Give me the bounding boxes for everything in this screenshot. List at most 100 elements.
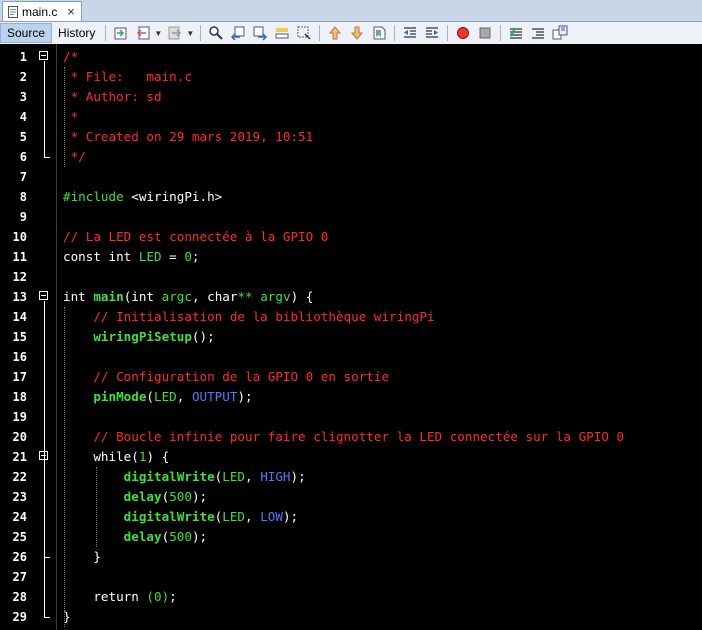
code-line[interactable]: 13 int main(int argc, char** argv) { xyxy=(0,287,702,307)
comment-icon[interactable] xyxy=(507,24,525,42)
code-token: (); xyxy=(191,329,215,344)
line-number: 26 xyxy=(12,550,27,564)
uncomment-icon[interactable] xyxy=(529,24,547,42)
code-token: */ xyxy=(63,149,86,164)
last-edit-icon[interactable] xyxy=(112,24,130,42)
code-line[interactable]: 21 while(1) { xyxy=(0,447,702,467)
indent-guide xyxy=(64,67,65,167)
code-line[interactable]: 16 xyxy=(0,347,702,367)
code-line[interactable]: 26 } xyxy=(0,547,702,567)
code-line[interactable]: 28 return (0); xyxy=(0,587,702,607)
code-line[interactable]: 4 * xyxy=(0,107,702,127)
code-text: pinMode(LED, OUTPUT); xyxy=(63,387,252,407)
tab-bar: main.c × xyxy=(0,0,702,22)
line-number: 29 xyxy=(12,610,27,624)
chevron-down-icon[interactable]: ▼ xyxy=(154,29,162,38)
find-next-icon[interactable] xyxy=(251,24,269,42)
code-token: , char xyxy=(191,289,238,304)
tab-main-c[interactable]: main.c × xyxy=(2,1,82,21)
code-line[interactable]: 14 // Initialisation de la bibliothèque … xyxy=(0,307,702,327)
code-line[interactable]: 24 digitalWrite(LED, LOW); xyxy=(0,507,702,527)
code-token: #include xyxy=(63,189,132,204)
code-token: ; xyxy=(191,249,200,264)
code-line[interactable]: 15 wiringPiSetup(); xyxy=(0,327,702,347)
code-text: /* xyxy=(63,47,78,67)
toggle-bookmark-icon[interactable] xyxy=(370,24,388,42)
line-number: 8 xyxy=(19,190,27,204)
stop-macro-icon[interactable] xyxy=(476,24,494,42)
code-line[interactable]: 23 delay(500); xyxy=(0,487,702,507)
code-line[interactable]: 27 xyxy=(0,567,702,587)
code-line[interactable]: 17 // Configuration de la GPIO 0 en sort… xyxy=(0,367,702,387)
code-token: * Author: sd xyxy=(63,89,162,104)
shift-left-icon[interactable] xyxy=(401,24,419,42)
code-token: digitalWrite xyxy=(123,509,215,524)
code-line[interactable]: 3 * Author: sd xyxy=(0,87,702,107)
code-text: // Boucle infinie pour faire clignotter … xyxy=(63,427,624,447)
toggle-selection-icon[interactable] xyxy=(295,24,313,42)
previous-bookmark-icon[interactable] xyxy=(326,24,344,42)
diff-icon[interactable] xyxy=(551,24,569,42)
code-token: 0 xyxy=(184,249,192,264)
code-line[interactable]: 5 * Created on 29 mars 2019, 10:51 xyxy=(0,127,702,147)
code-line[interactable]: 8 #include <wiringPi.h> xyxy=(0,187,702,207)
code-token: LOW xyxy=(260,509,283,524)
chevron-down-icon[interactable]: ▼ xyxy=(186,29,194,38)
record-macro-icon[interactable] xyxy=(454,24,472,42)
code-token: while( xyxy=(93,449,139,464)
line-number: 18 xyxy=(12,390,27,404)
indent-guide xyxy=(64,307,65,627)
back-icon[interactable] xyxy=(134,24,152,42)
shift-right-icon[interactable] xyxy=(423,24,441,42)
code-line[interactable]: 29} xyxy=(0,607,702,627)
line-number: 2 xyxy=(19,70,27,84)
editor-toolbar: Source History ▼ ▼ xyxy=(0,22,702,45)
source-button[interactable]: Source xyxy=(0,23,53,43)
code-line[interactable]: 11 const int LED = 0; xyxy=(0,247,702,267)
code-line[interactable]: 20 // Boucle infinie pour faire clignott… xyxy=(0,427,702,447)
code-text: while(1) { xyxy=(63,447,169,467)
code-line[interactable]: 12 xyxy=(0,267,702,287)
toolbar-separator xyxy=(394,25,396,41)
code-token: LED xyxy=(222,509,246,524)
code-line[interactable]: 22 digitalWrite(LED, HIGH); xyxy=(0,467,702,487)
code-line[interactable]: 7 xyxy=(0,167,702,187)
code-token: argc xyxy=(161,289,192,304)
code-token: OUTPUT xyxy=(191,389,238,404)
line-number: 14 xyxy=(12,310,27,324)
toggle-highlight-icon[interactable] xyxy=(273,24,291,42)
code-line[interactable]: 25 delay(500); xyxy=(0,527,702,547)
fold-guide xyxy=(44,461,45,557)
fold-toggle-icon[interactable] xyxy=(39,291,48,300)
code-token: // La LED est connectée à la GPIO 0 xyxy=(63,229,329,244)
code-line[interactable]: 19 xyxy=(0,407,702,427)
next-bookmark-icon[interactable] xyxy=(348,24,366,42)
code-token: ) { xyxy=(290,289,314,304)
line-number: 3 xyxy=(19,90,27,104)
code-editor[interactable]: 1/* 2 * File: main.c 3 * Author: sd 4 * 5 * … xyxy=(0,44,702,630)
code-token: 500 xyxy=(169,529,192,544)
code-token: (int xyxy=(123,289,162,304)
code-line[interactable]: 2 * File: main.c xyxy=(0,67,702,87)
line-number: 16 xyxy=(12,350,27,364)
line-number: 20 xyxy=(12,430,27,444)
history-button[interactable]: History xyxy=(52,23,101,43)
fold-toggle-icon[interactable] xyxy=(39,51,48,60)
code-line[interactable]: 6 */ xyxy=(0,147,702,167)
find-previous-icon[interactable] xyxy=(229,24,247,42)
code-line[interactable]: 10 // La LED est connectée à la GPIO 0 xyxy=(0,227,702,247)
code-text: * Author: sd xyxy=(63,87,162,107)
code-line[interactable]: 18 pinMode(LED, OUTPUT); xyxy=(0,387,702,407)
code-token: // Initialisation de la bibliothèque wir… xyxy=(93,309,435,324)
forward-icon[interactable] xyxy=(166,24,184,42)
code-line[interactable]: 9 xyxy=(0,207,702,227)
find-icon[interactable] xyxy=(207,24,225,42)
close-icon[interactable]: × xyxy=(65,5,77,18)
code-line[interactable]: 1 /* xyxy=(0,47,702,67)
code-text: digitalWrite(LED, HIGH); xyxy=(63,467,306,487)
